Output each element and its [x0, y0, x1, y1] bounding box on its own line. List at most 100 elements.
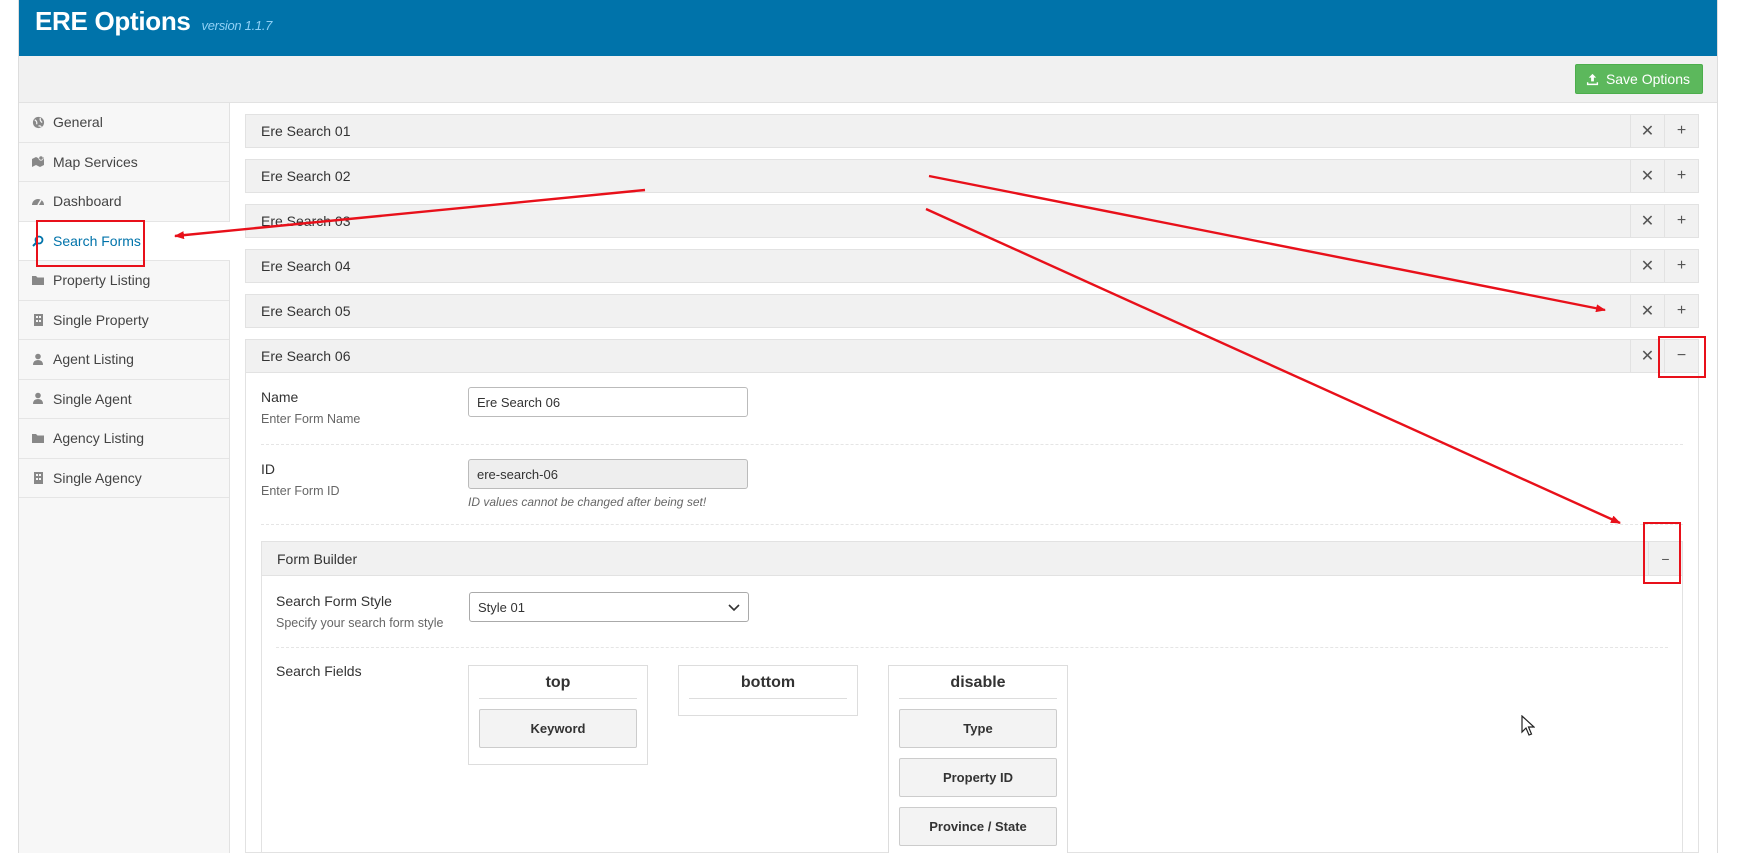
- form-row-label: Ere Search 05: [261, 303, 351, 319]
- id-hint: ID values cannot be changed after being …: [468, 495, 707, 509]
- column-disable: disable Type Property ID Province / Stat…: [888, 665, 1068, 853]
- globe-icon: [31, 115, 45, 129]
- column-top: top Keyword: [468, 665, 648, 765]
- sidebar-item-agent-listing[interactable]: Agent Listing: [19, 340, 229, 380]
- dashboard-icon: [31, 194, 45, 208]
- main-content: Ere Search 01 ✕ + Ere Search 02 ✕ + Ere …: [245, 103, 1699, 853]
- chevron-down-icon: [728, 604, 740, 612]
- remove-button[interactable]: ✕: [1630, 205, 1664, 237]
- column-title: bottom: [689, 674, 847, 699]
- sidebar-item-agency-listing[interactable]: Agency Listing: [19, 419, 229, 459]
- close-icon: ✕: [1640, 168, 1655, 185]
- select-value: Style 01: [478, 599, 525, 615]
- remove-button[interactable]: ✕: [1630, 115, 1664, 147]
- user-icon: [31, 392, 45, 406]
- expand-button[interactable]: +: [1664, 250, 1698, 282]
- field-chip-type[interactable]: Type: [899, 709, 1057, 748]
- page-title: ERE Options version 1.1.7: [35, 6, 272, 37]
- folder-icon: [31, 273, 45, 287]
- close-icon: ✕: [1640, 123, 1655, 140]
- plus-icon: +: [1676, 167, 1687, 184]
- sidebar-item-label: Dashboard: [53, 193, 122, 210]
- plus-icon: +: [1676, 302, 1687, 319]
- sidebar-item-label: General: [53, 114, 103, 131]
- column-title: top: [479, 674, 637, 699]
- search-icon: [31, 234, 45, 248]
- map-icon: [31, 155, 45, 169]
- version-label: version 1.1.7: [201, 18, 273, 33]
- id-label: ID: [261, 461, 275, 477]
- remove-button[interactable]: ✕: [1630, 340, 1664, 372]
- divider: [261, 444, 1683, 445]
- sidebar-item-label: Single Agent: [53, 390, 132, 407]
- plus-icon: +: [1676, 122, 1687, 139]
- remove-button[interactable]: ✕: [1630, 250, 1664, 282]
- sidebar-item-general[interactable]: General: [19, 103, 229, 143]
- close-icon: ✕: [1640, 258, 1655, 275]
- sidebar-item-label: Agency Listing: [53, 430, 145, 447]
- building-icon: [31, 471, 45, 485]
- sidebar-item-single-agent[interactable]: Single Agent: [19, 380, 229, 419]
- form-row-label: Ere Search 01: [261, 123, 351, 139]
- sidebar-item-label: Map Services: [53, 153, 138, 170]
- upload-icon: [1586, 73, 1599, 85]
- expand-button[interactable]: +: [1664, 115, 1698, 147]
- form-row[interactable]: Ere Search 04 ✕ +: [245, 249, 1699, 283]
- minus-icon: −: [1661, 550, 1670, 567]
- folder-icon: [31, 431, 45, 445]
- field-chip-province-state[interactable]: Province / State: [899, 807, 1057, 846]
- form-row-expanded[interactable]: Ere Search 06 ✕ −: [245, 339, 1699, 373]
- close-icon: ✕: [1640, 303, 1655, 320]
- form-row[interactable]: Ere Search 05 ✕ +: [245, 294, 1699, 328]
- remove-button[interactable]: ✕: [1630, 295, 1664, 327]
- sidebar-item-map-services[interactable]: Map Services: [19, 143, 229, 182]
- form-builder-header[interactable]: Form Builder −: [262, 542, 1682, 576]
- field-chip-keyword[interactable]: Keyword: [479, 709, 637, 748]
- sidebar-item-search-forms[interactable]: Search Forms: [19, 221, 230, 261]
- expand-button[interactable]: +: [1664, 295, 1698, 327]
- sidebar-item-single-agency[interactable]: Single Agency: [19, 459, 229, 498]
- save-options-button[interactable]: Save Options: [1574, 64, 1703, 94]
- sidebar-item-single-property[interactable]: Single Property: [19, 301, 229, 340]
- plus-icon: +: [1676, 212, 1687, 229]
- id-description: Enter Form ID: [261, 484, 340, 498]
- id-input: ere-search-06: [468, 459, 748, 489]
- app-title: ERE Options: [35, 6, 191, 36]
- expand-button[interactable]: +: [1664, 205, 1698, 237]
- column-bottom: bottom: [678, 665, 858, 716]
- close-icon: ✕: [1640, 348, 1655, 365]
- expand-button[interactable]: +: [1664, 160, 1698, 192]
- form-row-label: Ere Search 03: [261, 213, 351, 229]
- minus-icon: −: [1676, 347, 1687, 364]
- sidebar-item-label: Agent Listing: [53, 351, 134, 368]
- field-chip-property-id[interactable]: Property ID: [899, 758, 1057, 797]
- sidebar-item-label: Single Property: [53, 311, 149, 328]
- sidebar-item-dashboard[interactable]: Dashboard: [19, 182, 229, 222]
- search-fields-label: Search Fields: [276, 663, 362, 679]
- header-bar: ERE Options version 1.1.7: [19, 0, 1717, 56]
- mouse-cursor-icon: [1521, 715, 1535, 736]
- form-settings-panel: Name Enter Form Name Ere Search 06 ID En…: [245, 373, 1699, 853]
- form-builder-section: Form Builder − Search Form Style Specify…: [261, 541, 1683, 853]
- sidebar-item-label: Property Listing: [53, 272, 151, 289]
- name-input[interactable]: Ere Search 06: [468, 387, 748, 417]
- sidebar: General Map Services Dashboard Search Fo…: [19, 103, 230, 853]
- search-form-style-select[interactable]: Style 01: [469, 592, 749, 622]
- form-row[interactable]: Ere Search 03 ✕ +: [245, 204, 1699, 238]
- building-icon: [31, 313, 45, 327]
- user-icon: [31, 352, 45, 366]
- form-row-label: Ere Search 04: [261, 258, 351, 274]
- toolbar: Save Options: [19, 56, 1717, 103]
- remove-button[interactable]: ✕: [1630, 160, 1664, 192]
- style-description: Specify your search form style: [276, 616, 444, 630]
- style-label: Search Form Style: [276, 593, 392, 609]
- collapse-button[interactable]: −: [1648, 542, 1682, 575]
- sidebar-item-property-listing[interactable]: Property Listing: [19, 261, 229, 301]
- save-label: Save Options: [1605, 71, 1690, 87]
- collapse-button[interactable]: −: [1664, 340, 1698, 372]
- column-title: disable: [899, 674, 1057, 699]
- name-label: Name: [261, 389, 299, 405]
- form-row[interactable]: Ere Search 01 ✕ +: [245, 114, 1699, 148]
- form-row[interactable]: Ere Search 02 ✕ +: [245, 159, 1699, 193]
- form-row-label: Ere Search 02: [261, 168, 351, 184]
